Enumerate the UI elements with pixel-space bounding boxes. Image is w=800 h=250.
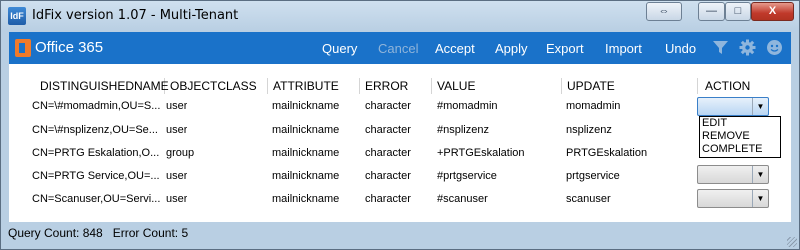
cell-dn[interactable]: CN=PRTG Eskalation,O... bbox=[32, 145, 160, 161]
idfix-window: IdF IdFix version 1.07 - Multi-Tenant ⇔ … bbox=[0, 0, 800, 250]
title-bar[interactable]: IdF IdFix version 1.07 - Multi-Tenant ⇔ … bbox=[1, 1, 799, 31]
results-grid: DISTINGUISHEDNAME OBJECTCLASS ATTRIBUTE … bbox=[9, 64, 791, 222]
minimize-button[interactable]: — bbox=[698, 2, 725, 21]
cell-objectclass[interactable]: user bbox=[166, 122, 187, 138]
action-dropdown-list: EDIT REMOVE COMPLETE bbox=[699, 116, 781, 158]
import-button[interactable]: Import bbox=[605, 41, 642, 56]
window-title: IdFix version 1.07 - Multi-Tenant bbox=[32, 8, 239, 23]
cell-objectclass[interactable]: user bbox=[166, 191, 187, 207]
chevron-down-icon[interactable]: ▼ bbox=[752, 190, 768, 207]
cell-value[interactable]: #momadmin bbox=[437, 98, 498, 114]
action-option-complete[interactable]: COMPLETE bbox=[700, 143, 780, 156]
cell-update[interactable]: nsplizenz bbox=[566, 122, 612, 138]
cell-dn[interactable]: CN=PRTG Service,OU=... bbox=[32, 168, 160, 184]
column-header-value[interactable]: VALUE bbox=[432, 78, 562, 94]
cell-value[interactable]: #nsplizenz bbox=[437, 122, 489, 138]
office365-logo-icon bbox=[15, 39, 31, 57]
cell-error[interactable]: character bbox=[365, 98, 411, 114]
action-dropdown[interactable]: ▼ bbox=[697, 97, 769, 116]
column-header-attribute[interactable]: ATTRIBUTE bbox=[268, 78, 360, 94]
cell-objectclass[interactable]: user bbox=[166, 98, 187, 114]
accept-button[interactable]: Accept bbox=[435, 41, 475, 56]
cell-value[interactable]: #scanuser bbox=[437, 191, 488, 207]
cell-error[interactable]: character bbox=[365, 145, 411, 161]
query-count: Query Count: 848 bbox=[8, 226, 103, 240]
cell-attribute[interactable]: mailnickname bbox=[272, 191, 339, 207]
brand-label: Office 365 bbox=[35, 39, 104, 56]
cell-dn[interactable]: CN=Scanuser,OU=Servi... bbox=[32, 191, 160, 207]
action-option-remove[interactable]: REMOVE bbox=[700, 130, 780, 143]
cell-update[interactable]: prtgservice bbox=[566, 168, 620, 184]
maximize-button[interactable]: □ bbox=[725, 2, 751, 21]
filter-icon[interactable] bbox=[712, 39, 729, 56]
error-count: Error Count: 5 bbox=[112, 226, 189, 240]
query-button[interactable]: Query bbox=[322, 41, 357, 56]
action-dropdown[interactable]: ▼ bbox=[697, 165, 769, 184]
idfix-app-icon: IdF bbox=[8, 7, 26, 25]
cell-objectclass[interactable]: user bbox=[166, 168, 187, 184]
cell-attribute[interactable]: mailnickname bbox=[272, 122, 339, 138]
column-header-action[interactable]: ACTION bbox=[698, 78, 772, 94]
smiley-icon[interactable] bbox=[766, 39, 783, 56]
resize-grip-icon[interactable] bbox=[787, 237, 797, 247]
cell-error[interactable]: character bbox=[365, 168, 411, 184]
status-bar: Query Count: 848 Error Count: 5 bbox=[8, 226, 188, 240]
export-button[interactable]: Export bbox=[546, 41, 584, 56]
cell-dn[interactable]: CN=\#momadmin,OU=S... bbox=[32, 98, 160, 114]
undo-button[interactable]: Undo bbox=[665, 41, 696, 56]
cell-attribute[interactable]: mailnickname bbox=[272, 98, 339, 114]
cancel-button[interactable]: Cancel bbox=[378, 41, 418, 56]
gear-icon[interactable] bbox=[739, 39, 756, 56]
cell-update[interactable]: scanuser bbox=[566, 191, 611, 207]
column-header-distinguishedname[interactable]: DISTINGUISHEDNAME bbox=[35, 78, 169, 94]
action-dropdown[interactable]: ▼ bbox=[697, 189, 769, 208]
column-header-objectclass[interactable]: OBJECTCLASS bbox=[165, 78, 268, 94]
close-button[interactable]: X bbox=[751, 2, 794, 21]
cell-value[interactable]: +PRTGEskalation bbox=[437, 145, 525, 161]
toolbar: Office 365 Query Cancel Accept Apply Exp… bbox=[9, 32, 791, 64]
column-header-error[interactable]: ERROR bbox=[360, 78, 432, 94]
cell-value[interactable]: #prtgservice bbox=[437, 168, 497, 184]
cell-attribute[interactable]: mailnickname bbox=[272, 168, 339, 184]
cell-attribute[interactable]: mailnickname bbox=[272, 145, 339, 161]
cell-error[interactable]: character bbox=[365, 122, 411, 138]
cell-update[interactable]: PRTGEskalation bbox=[566, 145, 647, 161]
resize-window-button[interactable]: ⇔ bbox=[646, 2, 682, 21]
cell-objectclass[interactable]: group bbox=[166, 145, 194, 161]
cell-update[interactable]: momadmin bbox=[566, 98, 620, 114]
apply-button[interactable]: Apply bbox=[495, 41, 528, 56]
column-header-update[interactable]: UPDATE bbox=[562, 78, 698, 94]
action-option-edit[interactable]: EDIT bbox=[700, 117, 780, 130]
cell-error[interactable]: character bbox=[365, 191, 411, 207]
chevron-down-icon[interactable]: ▼ bbox=[752, 98, 768, 115]
chevron-down-icon[interactable]: ▼ bbox=[752, 166, 768, 183]
cell-dn[interactable]: CN=\#nsplizenz,OU=Se... bbox=[32, 122, 160, 138]
